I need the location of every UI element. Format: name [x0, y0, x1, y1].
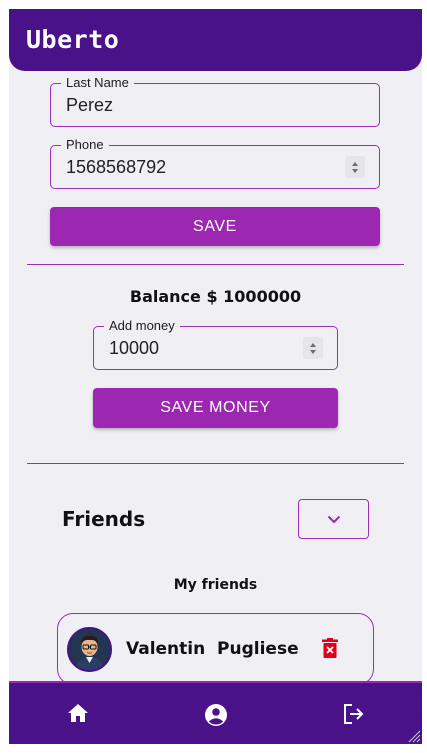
home-icon[interactable] — [67, 703, 89, 723]
phone-field[interactable]: Phone 1568568792 — [50, 137, 380, 189]
last-name-field[interactable]: Last Name Perez — [50, 75, 380, 127]
my-friends-label: My friends — [173, 577, 258, 593]
bottom-navigation — [9, 681, 422, 744]
app-frame: Uberto Last Name Perez Phone 1568568792 … — [9, 9, 422, 744]
friends-expand-button[interactable] — [298, 499, 369, 539]
logout-icon[interactable] — [342, 703, 366, 725]
phone-value[interactable]: 1568568792 — [66, 156, 166, 178]
add-money-value[interactable]: 10000 — [109, 337, 159, 359]
phone-stepper[interactable] — [345, 156, 365, 178]
friends-title: Friends — [62, 507, 146, 531]
add-money-label: Add money — [104, 318, 180, 334]
divider — [27, 463, 404, 464]
avatar — [67, 627, 112, 672]
resize-grip-icon[interactable] — [407, 729, 421, 743]
avatar-image — [69, 629, 110, 670]
app-title: Uberto — [26, 25, 120, 54]
chevron-down-icon — [327, 515, 340, 523]
add-money-field[interactable]: Add money 10000 — [93, 318, 338, 370]
friend-name: Valentin Pugliese — [126, 639, 299, 659]
divider — [27, 264, 404, 265]
app-header: Uberto — [9, 9, 422, 71]
save-money-button[interactable]: SAVE MONEY — [93, 388, 338, 428]
last-name-value[interactable]: Perez — [66, 94, 113, 116]
phone-label: Phone — [61, 137, 109, 153]
add-money-stepper[interactable] — [303, 337, 323, 359]
last-name-label: Last Name — [61, 75, 134, 91]
save-button[interactable]: SAVE — [50, 207, 380, 246]
friend-card: Valentin Pugliese — [57, 613, 374, 685]
delete-icon[interactable] — [321, 638, 339, 659]
account-circle-icon[interactable] — [204, 703, 228, 727]
balance-text: Balance $ 1000000 — [129, 287, 302, 306]
